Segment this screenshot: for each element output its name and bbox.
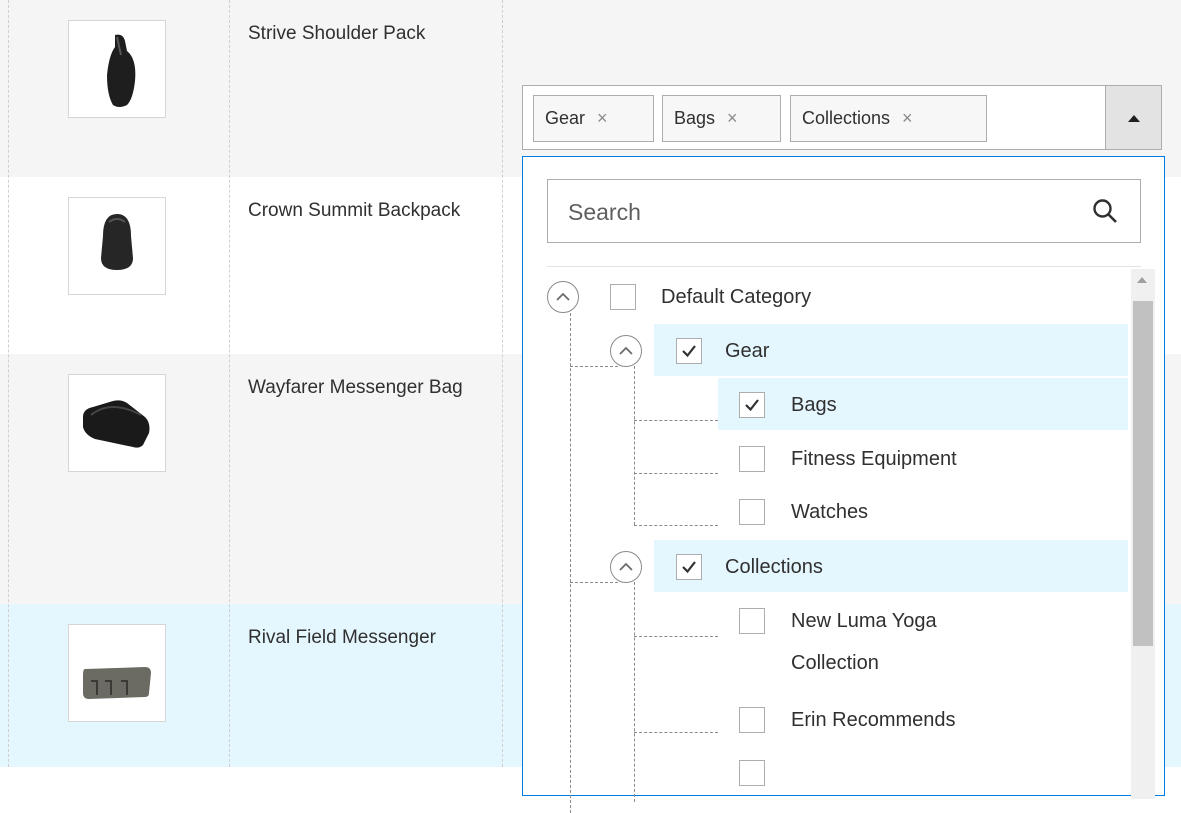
category-multiselect[interactable]: Gear × Bags × Collections ×: [522, 85, 1162, 150]
tree-item-label[interactable]: Collections: [725, 554, 823, 580]
product-name: Rival Field Messenger: [248, 627, 436, 648]
tree-connector: [634, 732, 718, 733]
category-checkbox[interactable]: [676, 554, 702, 580]
backpack-sling-image: [107, 34, 136, 107]
tree-item-label[interactable]: Watches: [791, 499, 868, 525]
tree-connector: [570, 366, 618, 367]
chevron-up-icon: [619, 562, 633, 571]
chip-remove-button[interactable]: ×: [727, 108, 738, 128]
checkmark-icon: [682, 561, 696, 574]
product-thumbnail[interactable]: [68, 197, 166, 295]
selected-chip-bags: Bags ×: [662, 95, 781, 142]
selected-chip-gear: Gear ×: [533, 95, 654, 142]
tree-connector: [634, 473, 718, 474]
product-name: Wayfarer Messenger Bag: [248, 377, 463, 398]
column-divider: [229, 0, 230, 767]
column-divider: [8, 0, 9, 767]
tree-connector: [570, 313, 571, 813]
tree-connector: [634, 366, 635, 525]
category-dropdown: Default Category Gear Bags Fitness Equip…: [522, 156, 1165, 813]
chip-remove-button[interactable]: ×: [902, 108, 913, 128]
chip-remove-button[interactable]: ×: [597, 108, 608, 128]
field-messenger-image: [83, 667, 151, 699]
chevron-up-icon: [619, 346, 633, 355]
tree-row-highlight: [718, 378, 1128, 430]
product-thumbnail[interactable]: [68, 374, 166, 472]
category-checkbox[interactable]: [739, 760, 765, 786]
collapse-toggle[interactable]: [547, 281, 579, 313]
tree-item-label[interactable]: Default Category: [661, 284, 811, 310]
product-thumbnail[interactable]: [68, 624, 166, 722]
collapse-toggle[interactable]: [610, 335, 642, 367]
search-input[interactable]: [548, 180, 1090, 244]
selected-chip-collections: Collections ×: [790, 95, 987, 142]
column-divider: [502, 0, 503, 767]
category-checkbox[interactable]: [739, 707, 765, 733]
chip-label: Collections: [802, 108, 891, 128]
search-field[interactable]: [547, 179, 1141, 244]
category-checkbox[interactable]: [739, 446, 765, 472]
category-checkbox[interactable]: [739, 392, 765, 418]
tree-item-label[interactable]: New Luma Yoga Collection: [791, 600, 1001, 684]
category-checkbox[interactable]: [739, 608, 765, 634]
caret-up-icon: [1128, 115, 1140, 122]
backpack-image: [101, 214, 133, 270]
messenger-bag-image: [83, 400, 150, 448]
tree-connector: [634, 420, 718, 421]
scroll-up-icon[interactable]: [1137, 277, 1147, 283]
tree-item-label[interactable]: Fitness Equipment: [791, 446, 957, 472]
tree-connector: [634, 525, 718, 526]
scrollbar-thumb[interactable]: [1133, 301, 1153, 646]
tree-connector: [634, 636, 718, 637]
category-checkbox[interactable]: [676, 338, 702, 364]
product-name: Crown Summit Backpack: [248, 200, 461, 221]
chip-label: Gear: [545, 108, 586, 128]
product-thumbnail[interactable]: [68, 20, 166, 118]
product-name: Strive Shoulder Pack: [248, 23, 426, 44]
category-checkbox[interactable]: [610, 284, 636, 310]
collapse-toggle[interactable]: [610, 551, 642, 583]
dropdown-toggle-button[interactable]: [1105, 86, 1161, 149]
checkmark-icon: [682, 345, 696, 358]
tree-divider: [547, 266, 1141, 267]
tree-item-label[interactable]: Bags: [791, 392, 837, 418]
tree-item-label[interactable]: Gear: [725, 338, 769, 364]
tree-connector: [634, 582, 635, 802]
chip-label: Bags: [674, 108, 716, 128]
tree-item-label[interactable]: Erin Recommends: [791, 707, 956, 733]
chevron-up-icon: [556, 292, 570, 301]
category-checkbox[interactable]: [739, 499, 765, 525]
tree-connector: [570, 582, 618, 583]
checkmark-icon: [745, 399, 759, 412]
search-icon[interactable]: [1092, 198, 1118, 224]
tree-scrollbar[interactable]: [1131, 269, 1155, 799]
